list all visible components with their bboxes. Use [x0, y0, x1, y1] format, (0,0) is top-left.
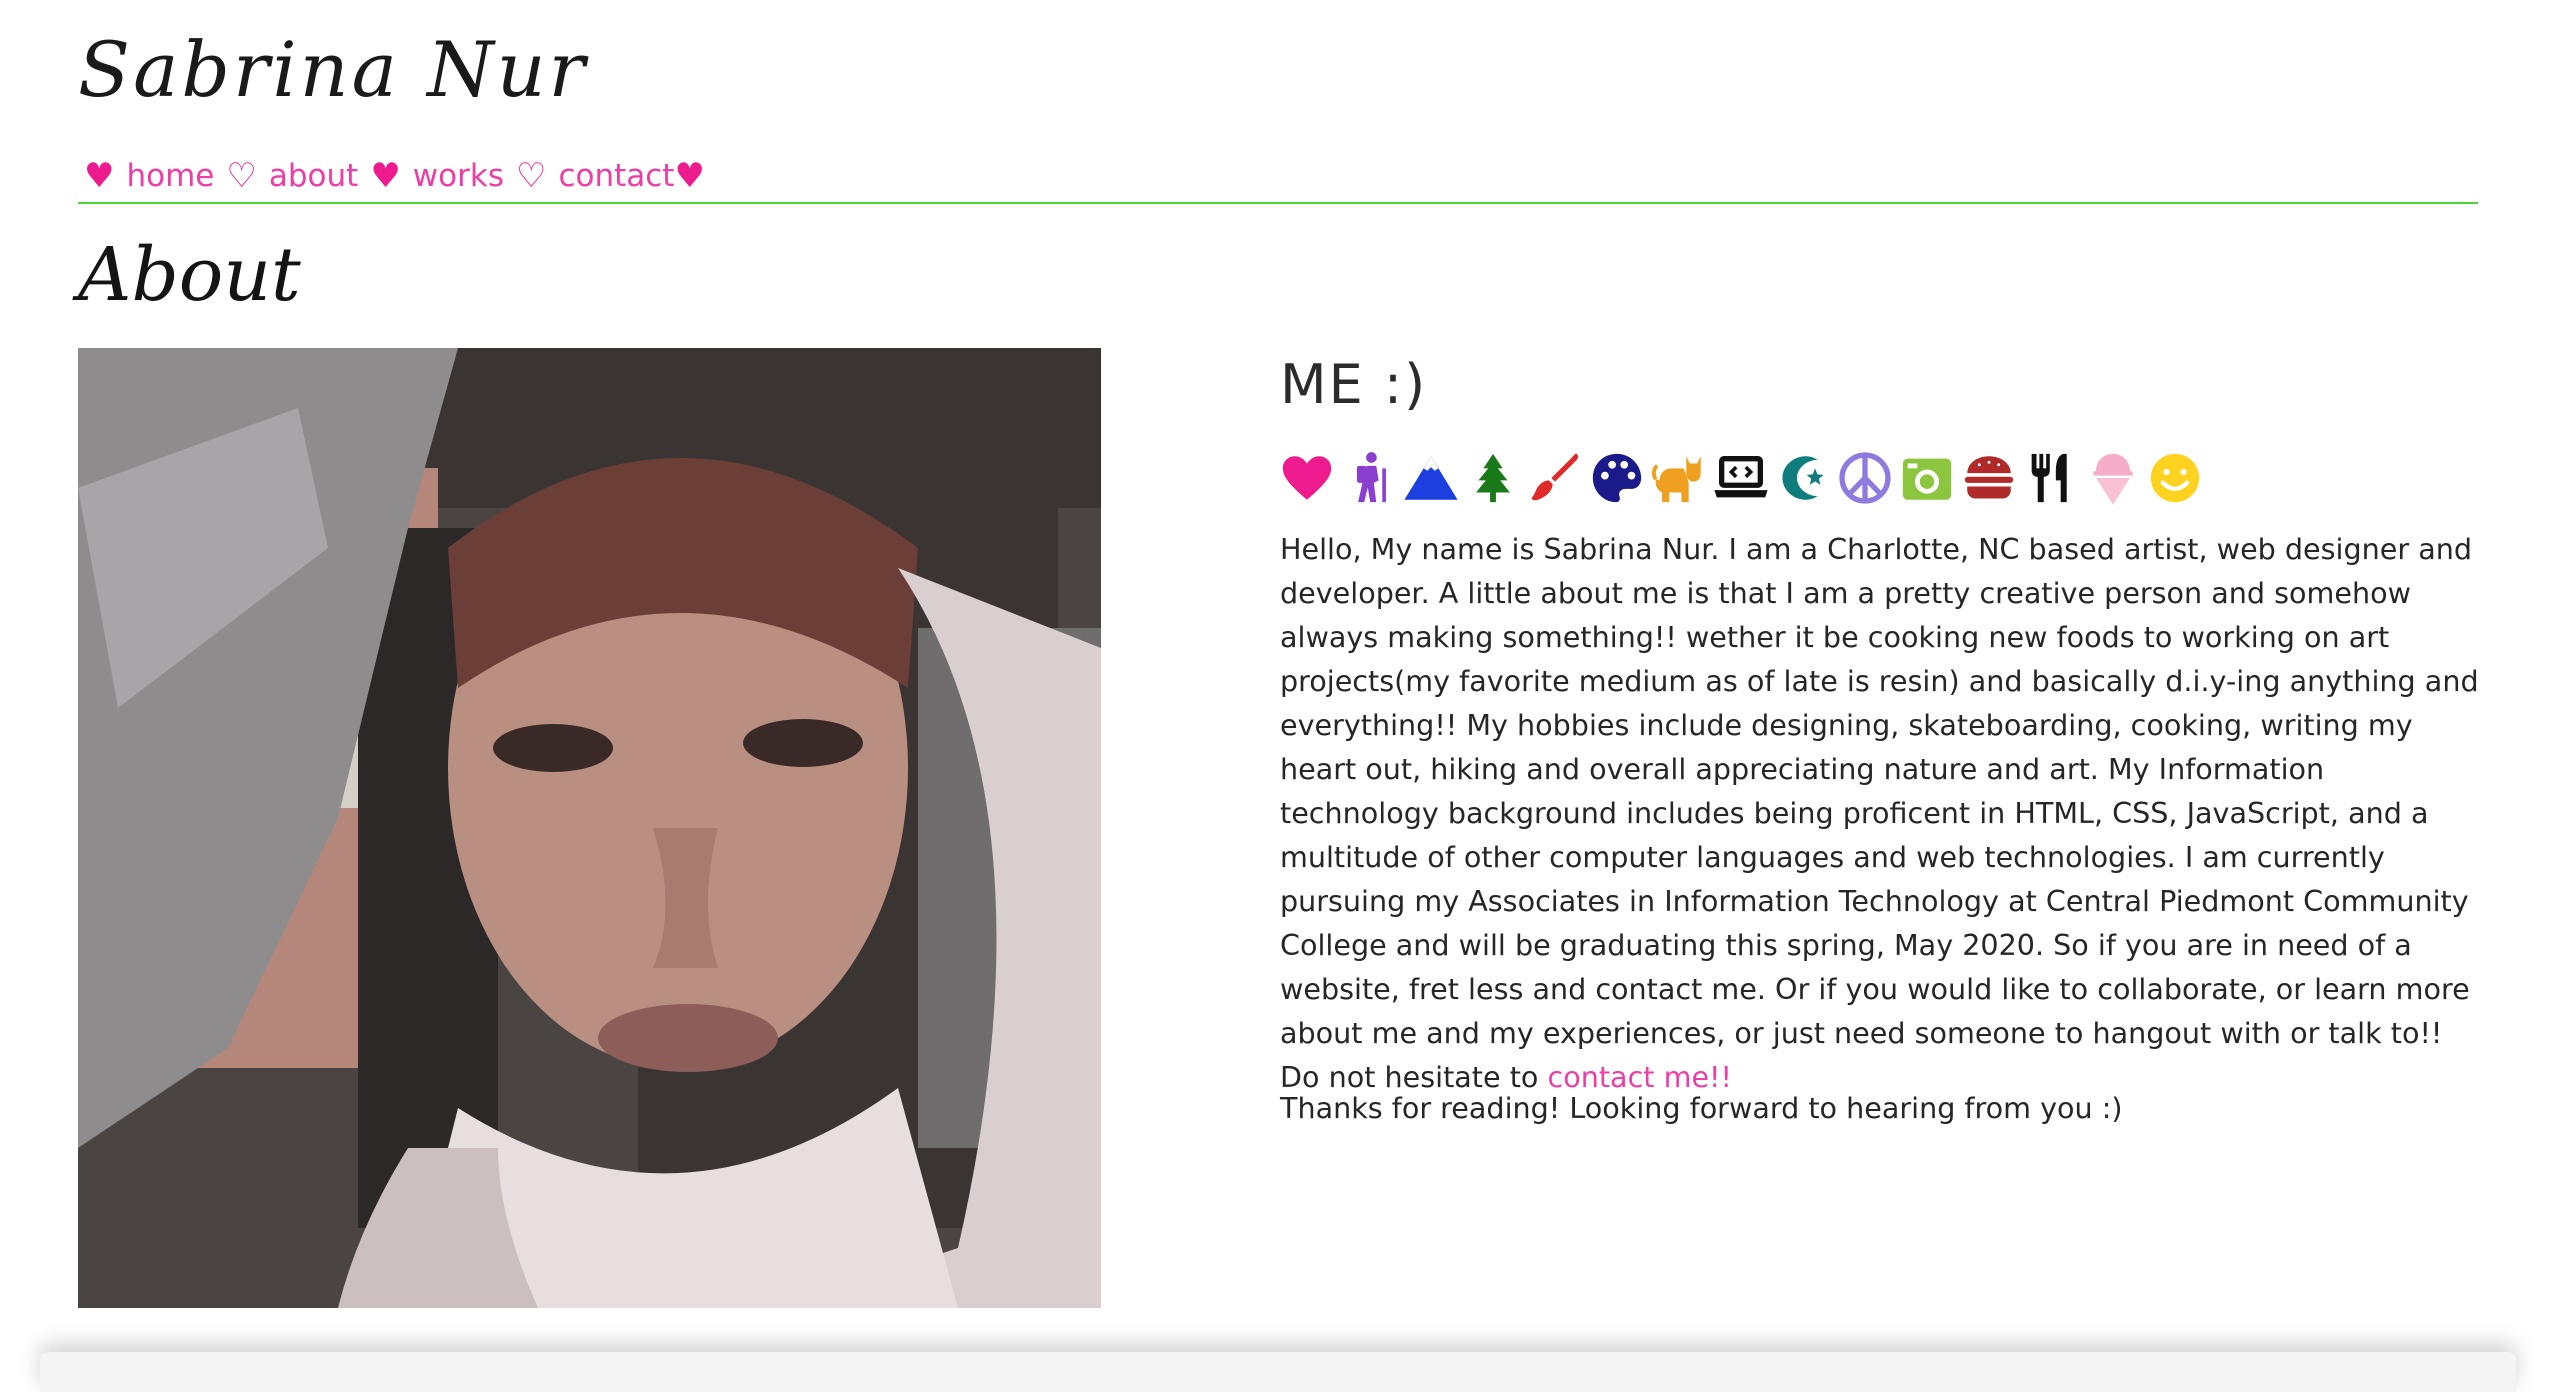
heart-outline-icon: ♡: [226, 156, 257, 196]
palette-icon: [1588, 449, 1646, 507]
nav-link-home[interactable]: home: [126, 158, 214, 194]
laptop-code-icon: [1712, 449, 1770, 507]
heart-icon: ♥: [674, 156, 705, 196]
site-title: Sabrina Nur: [78, 25, 588, 114]
heart-icon: ♥: [370, 156, 401, 196]
bio-paragraph: Hello, My name is Sabrina Nur. I am a Ch…: [1280, 527, 2485, 1099]
section-title: About: [78, 232, 301, 318]
nav-link-works[interactable]: works: [413, 158, 504, 194]
tree-icon: [1464, 449, 1522, 507]
ice-cream-icon: [2084, 449, 2142, 507]
star-crescent-icon: [1774, 449, 1832, 507]
hiker-icon: [1340, 449, 1398, 507]
utensils-icon: [2022, 449, 2080, 507]
thanks-text: Thanks for reading! Looking forward to h…: [1280, 1091, 2123, 1125]
interest-icons: [1278, 447, 2204, 509]
main-nav: ♥ home ♡ about ♥ works ♡ contact ♥: [78, 153, 711, 199]
burger-icon: [1960, 449, 2018, 507]
nav-link-contact[interactable]: contact: [558, 158, 674, 194]
heart-icon: [1278, 449, 1336, 507]
mountain-icon: [1402, 449, 1460, 507]
nav-divider: [78, 202, 2478, 204]
profile-photo: [78, 348, 1101, 1308]
profile-heading: ME :): [1280, 353, 1428, 416]
camera-icon: [1898, 449, 1956, 507]
peace-icon: [1836, 449, 1894, 507]
heart-outline-icon: ♡: [515, 156, 547, 196]
heart-icon: ♥: [84, 156, 115, 196]
cat-icon: [1650, 449, 1708, 507]
footer-bar: [40, 1352, 2516, 1392]
paintbrush-icon: [1526, 449, 1584, 507]
nav-link-about[interactable]: about: [269, 158, 358, 194]
bio-text: Hello, My name is Sabrina Nur. I am a Ch…: [1280, 532, 2479, 1094]
smile-icon: [2146, 449, 2204, 507]
